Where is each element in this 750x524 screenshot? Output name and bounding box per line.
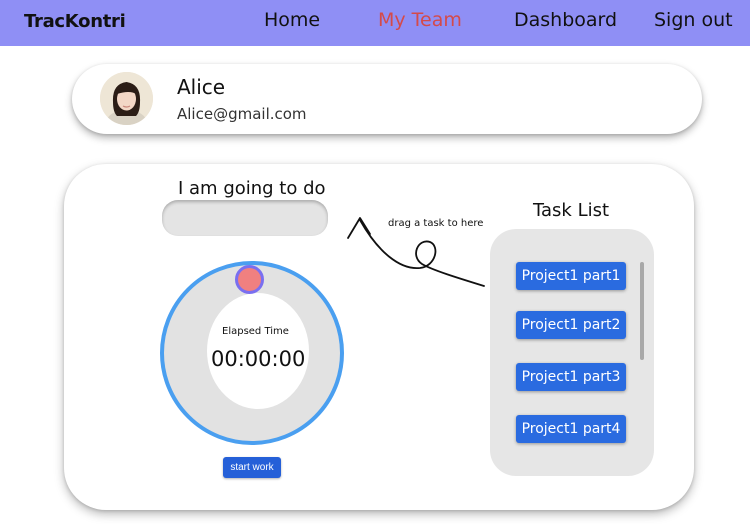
- task-item-project1-part1[interactable]: Project1 part1: [516, 262, 626, 290]
- task-list-scrollbar[interactable]: [640, 262, 644, 360]
- timer-knob[interactable]: [235, 265, 264, 294]
- task-item-project1-part3[interactable]: Project1 part3: [516, 363, 626, 391]
- curved-arrow-icon: [347, 217, 485, 287]
- going-to-do-label: I am going to do: [178, 178, 326, 199]
- nav-home[interactable]: Home: [264, 9, 320, 31]
- nav-dashboard[interactable]: Dashboard: [514, 9, 617, 31]
- user-name: Alice: [177, 75, 226, 99]
- task-drop-field[interactable]: [162, 200, 328, 236]
- task-item-project1-part2[interactable]: Project1 part2: [516, 311, 626, 339]
- avatar: [100, 72, 153, 125]
- drag-hint: drag a task to here: [388, 218, 484, 229]
- profile-card: Alice Alice@gmail.com: [72, 64, 702, 134]
- top-navbar: TracKontri Home My Team Dashboard Sign o…: [0, 0, 750, 46]
- user-email: Alice@gmail.com: [177, 105, 307, 123]
- start-work-button[interactable]: start work: [223, 457, 281, 478]
- elapsed-time-value: 00:00:00: [211, 347, 306, 371]
- avatar-image: [100, 72, 153, 125]
- elapsed-time-label: Elapsed Time: [222, 326, 289, 337]
- brand-logo[interactable]: TracKontri: [24, 11, 126, 32]
- task-list-title: Task List: [533, 200, 610, 221]
- task-item-project1-part4[interactable]: Project1 part4: [516, 415, 626, 443]
- nav-sign-out[interactable]: Sign out: [654, 9, 733, 31]
- nav-my-team[interactable]: My Team: [378, 9, 462, 31]
